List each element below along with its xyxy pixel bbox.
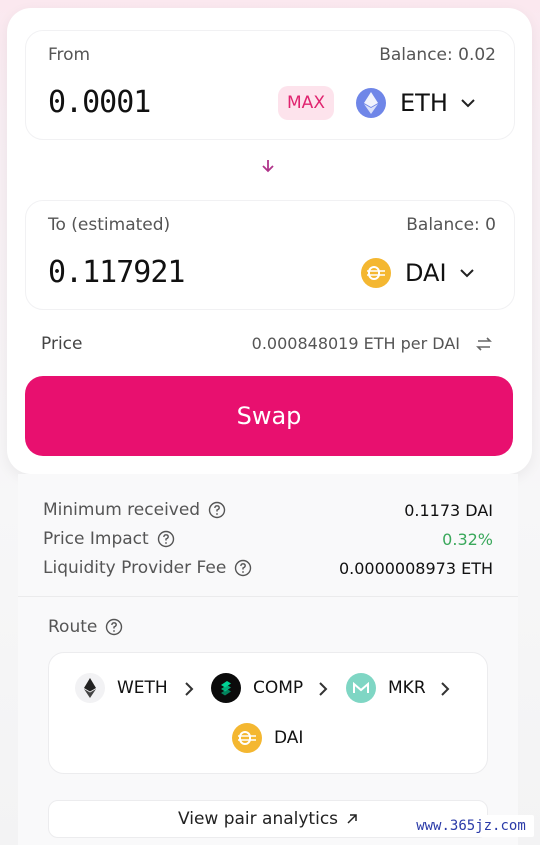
external-link-icon (347, 814, 357, 824)
to-token-symbol: DAI (405, 259, 447, 287)
price-value: 0.000848019 ETH per DAI (251, 334, 460, 353)
route-token-label: WETH (117, 678, 168, 698)
swap-button[interactable]: Swap (25, 376, 513, 456)
from-amount-input[interactable]: 0.0001 (48, 85, 151, 120)
to-panel: To (estimated) Balance: 0 0.117921 DAI (25, 200, 515, 310)
lp-fee-label: Liquidity Provider Fee (43, 558, 227, 578)
chevron-right-icon (185, 682, 194, 696)
route-token-weth: WETH (75, 673, 168, 703)
weth-icon (75, 673, 105, 703)
route-token-mkr: MKR (346, 673, 426, 703)
route-token-label: COMP (253, 678, 304, 698)
dai-icon (361, 258, 391, 288)
comp-icon (211, 673, 241, 703)
route-token-dai: DAI (232, 723, 303, 753)
eth-icon (356, 88, 386, 118)
minimum-received-row: Minimum received 0.1173 DAI (43, 498, 493, 522)
question-icon[interactable] (105, 618, 123, 636)
swap-card: From Balance: 0.02 0.0001 MAX ETH To (es… (7, 8, 532, 474)
minimum-received-value: 0.1173 DAI (404, 500, 493, 520)
price-impact-label: Price Impact (43, 529, 149, 549)
question-icon[interactable] (208, 501, 226, 519)
swap-rate-icon[interactable] (474, 334, 494, 354)
to-label: To (estimated) (48, 215, 171, 235)
question-icon[interactable] (157, 530, 175, 548)
from-balance: Balance: 0.02 (379, 45, 496, 65)
from-token-select[interactable]: ETH (356, 83, 476, 123)
route-path: WETH COMP MKR DAI (48, 652, 488, 774)
chevron-down-icon (459, 269, 474, 278)
trade-details: Minimum received 0.1173 DAI Price Impact… (18, 474, 518, 845)
route-token-label: MKR (388, 678, 426, 698)
watermark: www.365jz.com (408, 815, 534, 837)
question-icon[interactable] (234, 559, 252, 577)
route-title: Route (48, 617, 98, 637)
route-token-label: DAI (274, 728, 304, 748)
to-balance: Balance: 0 (406, 215, 496, 235)
chevron-down-icon (461, 99, 475, 108)
from-label: From (48, 45, 91, 65)
mkr-icon (346, 673, 376, 703)
arrow-down-icon[interactable] (260, 158, 276, 174)
lp-fee-row: Liquidity Provider Fee 0.0000008973 ETH (43, 556, 493, 580)
analytics-label: View pair analytics (177, 809, 339, 829)
price-impact-row: Price Impact 0.32% (43, 527, 493, 551)
chevron-right-icon (441, 682, 450, 696)
price-label: Price (41, 334, 83, 354)
route-label: Route (48, 617, 123, 637)
route-token-comp: COMP (211, 673, 303, 703)
from-token-symbol: ETH (400, 89, 448, 117)
chevron-right-icon (319, 682, 328, 696)
divider (18, 596, 518, 597)
to-token-select[interactable]: DAI (361, 253, 475, 293)
price-impact-value: 0.32% (442, 529, 493, 549)
from-panel: From Balance: 0.02 0.0001 MAX ETH (25, 30, 515, 140)
max-button[interactable]: MAX (278, 86, 334, 120)
to-amount-input[interactable]: 0.117921 (48, 255, 185, 290)
dai-icon (232, 723, 262, 753)
lp-fee-value: 0.0000008973 ETH (338, 558, 493, 578)
minimum-received-label: Minimum received (43, 500, 201, 520)
